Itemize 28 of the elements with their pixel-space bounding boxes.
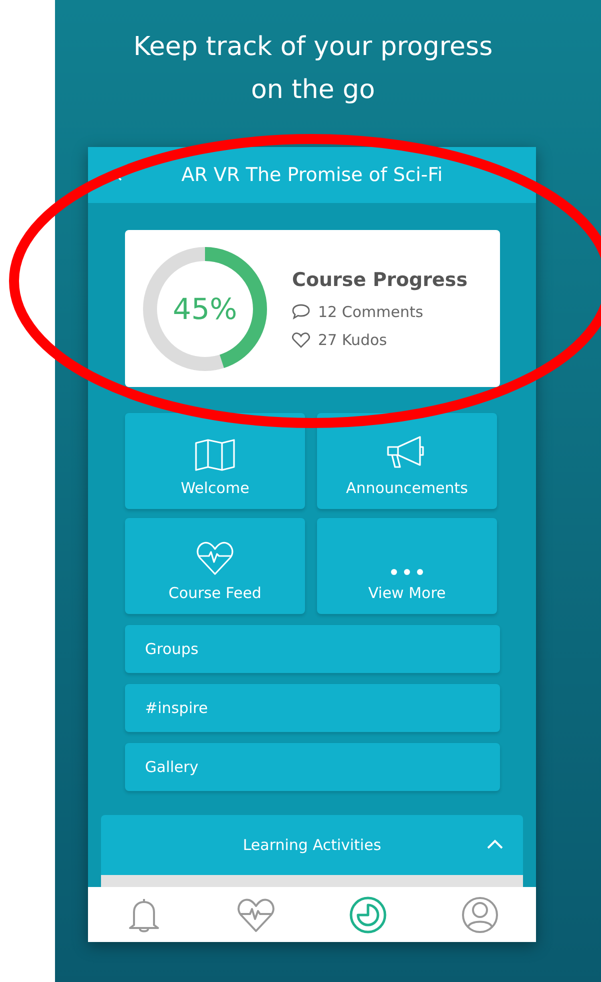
more-icon [390,568,424,576]
bell-icon [128,896,160,932]
menu-tile[interactable]: Welcome [125,413,305,509]
tile-label: Course Feed [168,584,262,602]
heart-icon [292,332,310,348]
progress-icon [349,896,387,934]
heart-pulse-icon [196,540,234,576]
kudos-count: 27 Kudos [318,330,387,348]
tile-label: Welcome [180,479,250,497]
accordion-title: Learning Activities [242,836,382,854]
menu-row[interactable]: Groups [125,625,500,673]
menu-row[interactable]: Gallery [125,743,500,791]
comment-icon [292,304,310,320]
accordion-header[interactable]: Learning Activities [101,815,523,875]
course-title: AR VR The Promise of Sci-Fi [181,164,443,186]
heart-pulse-icon [236,896,276,932]
menu-tile[interactable]: View More [317,518,497,614]
progress-title: Course Progress [292,268,468,290]
tile-label: Announcements [346,479,468,497]
progress-percent: 45% [172,292,238,326]
profile-icon [461,896,499,934]
menu-row[interactable]: #inspire [125,684,500,732]
map-icon [194,439,236,471]
menu-tile[interactable]: Announcements [317,413,497,509]
headline: Keep track of your progress on the go [132,31,494,107]
tile-label: View More [368,584,446,602]
comments-count: 12 Comments [318,302,424,320]
menu-tile[interactable]: Course Feed [125,518,305,614]
